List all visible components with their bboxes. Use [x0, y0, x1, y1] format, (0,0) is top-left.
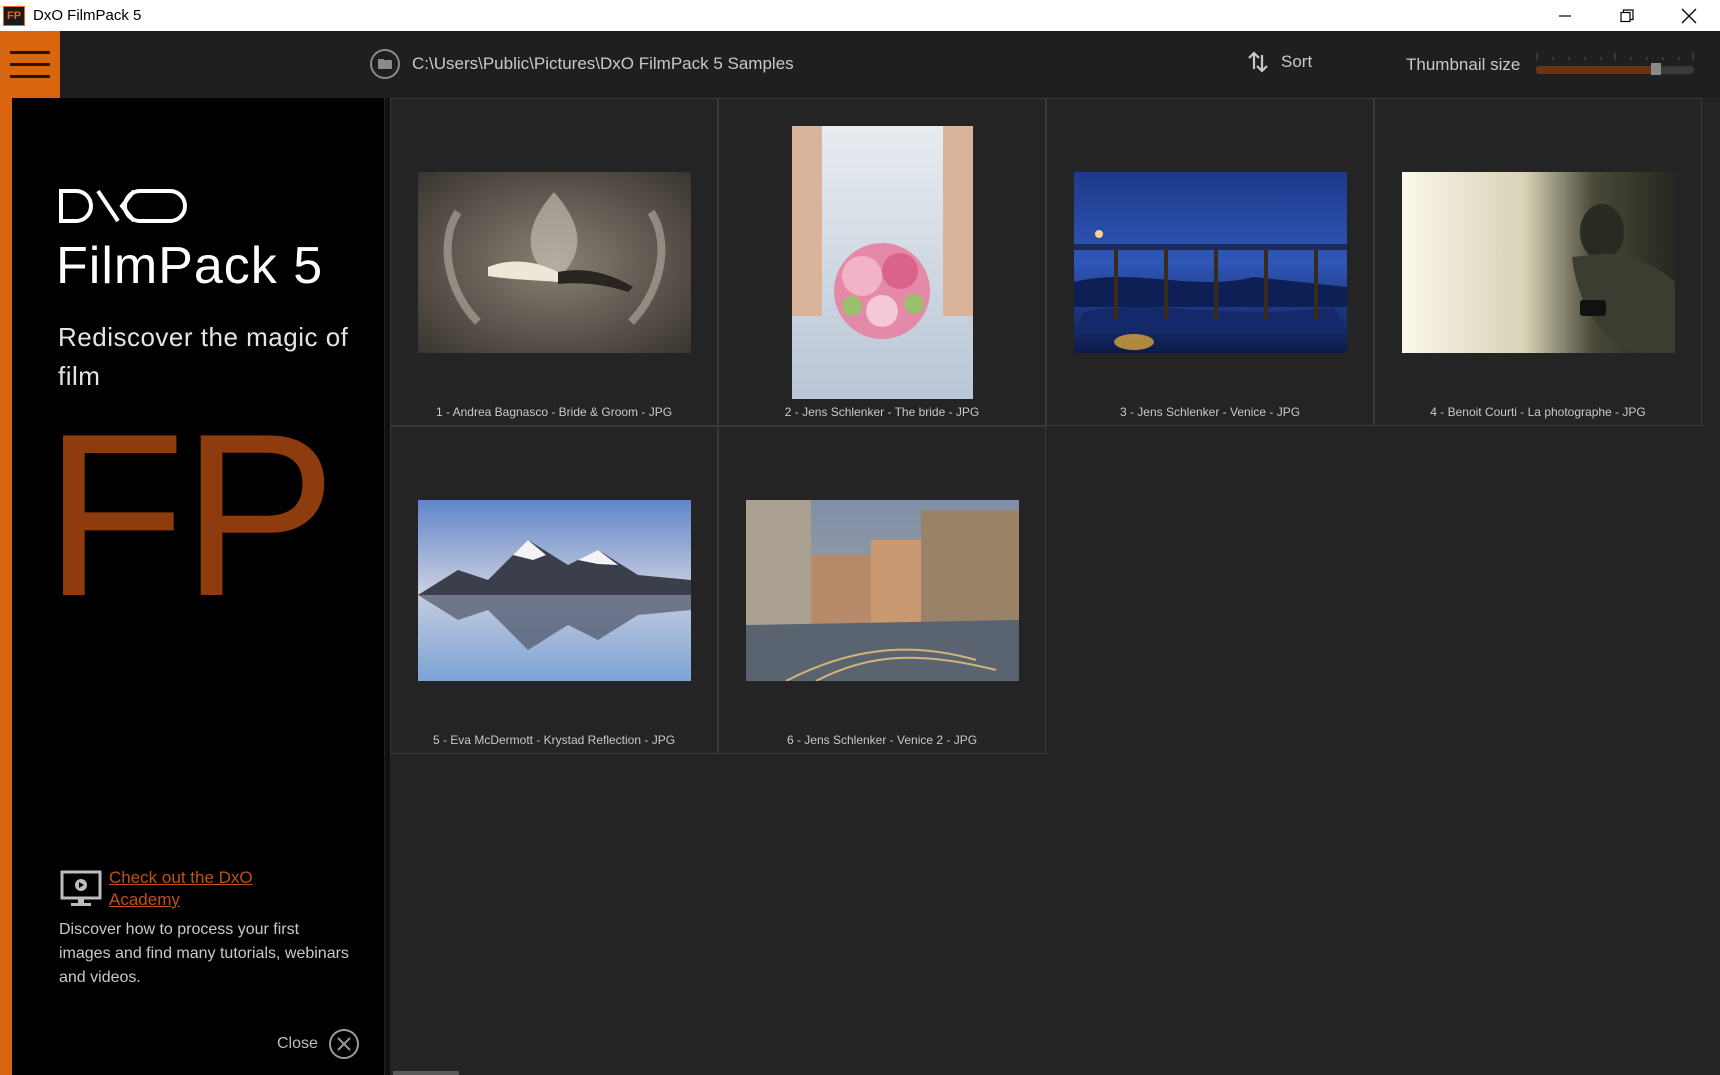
image-caption: 2 - Jens Schlenker - The bride - JPG	[784, 405, 980, 419]
image-cell-2[interactable]: 2 - Jens Schlenker - The bride - JPG	[718, 98, 1046, 426]
image-cell-5[interactable]: 5 - Eva McDermott - Krystad Reflection -…	[390, 426, 718, 754]
folder-path[interactable]: C:\Users\Public\Pictures\DxO FilmPack 5 …	[370, 49, 794, 79]
sidebar-accent-strip	[0, 98, 12, 1075]
thumbnail-the-bride[interactable]	[792, 126, 973, 399]
minimize-icon	[1559, 14, 1571, 17]
thumbnail-la-photographe[interactable]	[1402, 172, 1675, 353]
slider-fill	[1536, 66, 1657, 74]
academy-video-icon	[60, 870, 102, 906]
image-cell-3[interactable]: 3 - Jens Schlenker - Venice - JPG	[1046, 98, 1374, 426]
minimize-button[interactable]	[1534, 0, 1596, 31]
thumbnail-venice-2[interactable]	[746, 500, 1019, 681]
thumbnail-venice[interactable]	[1074, 172, 1347, 353]
sort-button[interactable]: Sort	[1247, 51, 1312, 73]
slider-handle[interactable]	[1651, 63, 1662, 75]
folder-icon[interactable]	[370, 49, 400, 79]
window-controls	[1534, 0, 1720, 31]
app-icon: FP	[3, 5, 25, 26]
close-circle-icon	[328, 1029, 359, 1059]
close-label: Close	[277, 1035, 318, 1052]
sort-icon	[1248, 51, 1268, 73]
thumbnail-bride-groom[interactable]	[418, 172, 691, 353]
image-cell-1[interactable]: 1 - Andrea Bagnasco - Bride & Groom - JP…	[390, 98, 718, 426]
fp-monogram: FP	[44, 386, 336, 645]
horizontal-scrollbar[interactable]	[393, 1071, 459, 1075]
image-caption: 1 - Andrea Bagnasco - Bride & Groom - JP…	[435, 405, 673, 419]
image-caption: 5 - Eva McDermott - Krystad Reflection -…	[432, 733, 676, 747]
close-icon	[1681, 8, 1697, 23]
thumbnail-size-label: Thumbnail size	[1406, 55, 1521, 74]
image-caption: 3 - Jens Schlenker - Venice - JPG	[1119, 405, 1301, 419]
academy-description: Discover how to process your first image…	[59, 921, 349, 986]
window-title: DxO FilmPack 5	[33, 7, 142, 24]
image-caption: 4 - Benoit Courti - La photographe - JPG	[1430, 405, 1646, 419]
product-title: FilmPack 5	[56, 237, 324, 295]
thumbnail-size-slider[interactable]	[1536, 51, 1694, 81]
image-cell-6[interactable]: 6 - Jens Schlenker - Venice 2 - JPG	[718, 426, 1046, 754]
close-panel-button[interactable]: Close	[277, 1028, 360, 1060]
dxo-logo	[59, 189, 187, 223]
top-toolbar: C:\Users\Public\Pictures\DxO FilmPack 5 …	[0, 31, 1720, 98]
restore-icon	[1620, 8, 1634, 22]
image-cell-4[interactable]: 4 - Benoit Courti - La photographe - JPG	[1374, 98, 1702, 426]
sort-label: Sort	[1281, 52, 1313, 71]
hamburger-menu-button[interactable]	[0, 31, 60, 98]
path-text: C:\Users\Public\Pictures\DxO FilmPack 5 …	[412, 54, 794, 73]
thumbnail-krystad-reflection[interactable]	[418, 500, 691, 681]
tagline: Rediscover the magic of film	[58, 322, 349, 391]
image-caption: 6 - Jens Schlenker - Venice 2 - JPG	[786, 733, 978, 747]
close-window-button[interactable]	[1658, 0, 1720, 31]
restore-button[interactable]	[1596, 0, 1658, 31]
title-bar: FP DxO FilmPack 5	[0, 0, 1720, 31]
academy-link[interactable]: Check out the DxO Academy	[109, 867, 309, 911]
